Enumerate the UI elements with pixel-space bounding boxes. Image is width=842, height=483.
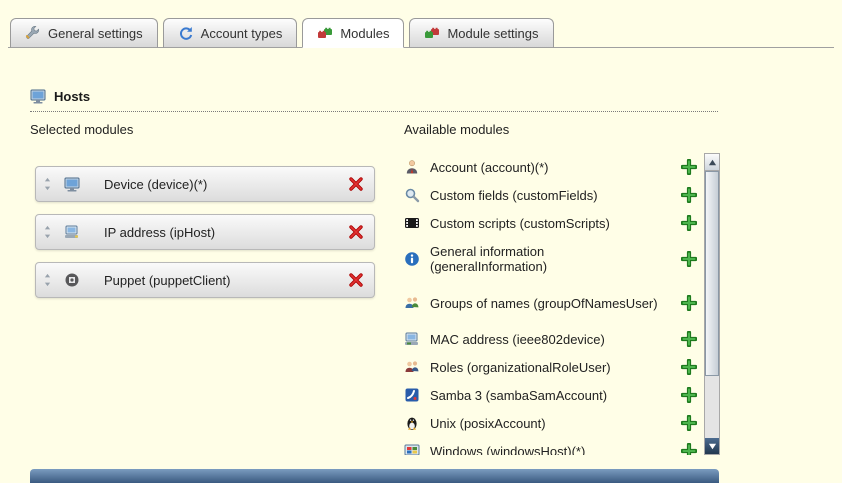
windows-icon: [404, 443, 420, 455]
modules-icon: [317, 25, 333, 41]
available-module-label: MAC address (ieee802device): [430, 332, 662, 347]
tools-icon: [25, 25, 41, 41]
tab-label: Account types: [201, 26, 283, 41]
selected-module-label: Puppet (puppetClient): [104, 273, 230, 288]
mac-address-icon: [404, 331, 420, 347]
available-module-label: Groups of names (groupOfNamesUser): [430, 296, 662, 311]
available-module-row: Groups of names (groupOfNamesUser): [404, 281, 704, 325]
selected-module-label: IP address (ipHost): [104, 225, 215, 240]
available-module-row: Custom fields (customFields): [404, 181, 704, 209]
tab-label: General settings: [48, 26, 143, 41]
add-module-button[interactable]: [681, 415, 697, 431]
modules-panel: Selected modules Device (device)(*) IP a…: [30, 122, 720, 455]
add-module-button[interactable]: [681, 251, 697, 267]
available-modules-heading: Available modules: [404, 122, 720, 138]
add-module-button[interactable]: [681, 295, 697, 311]
available-module-label: Unix (posixAccount): [430, 416, 662, 431]
tab-modules[interactable]: Modules: [302, 18, 404, 48]
selected-module-row[interactable]: IP address (ipHost): [35, 214, 375, 250]
add-module-button[interactable]: [681, 187, 697, 203]
add-module-button[interactable]: [681, 215, 697, 231]
section-title: Hosts: [54, 89, 90, 104]
tab-module-settings[interactable]: Module settings: [409, 18, 553, 48]
ip-address-icon: [64, 224, 80, 240]
section-heading: Hosts: [30, 88, 718, 112]
scroll-down-button[interactable]: [705, 438, 719, 454]
unix-icon: [404, 415, 420, 431]
drag-handle-icon[interactable]: [43, 273, 55, 287]
add-module-button[interactable]: [681, 359, 697, 375]
available-modules-column: Available modules Account (account)(*) C…: [404, 122, 720, 455]
sync-icon: [178, 25, 194, 41]
available-module-row: Roles (organizationalRoleUser): [404, 353, 704, 381]
available-module-label: Roles (organizationalRoleUser): [430, 360, 662, 375]
available-module-row: Unix (posixAccount): [404, 409, 704, 437]
scroll-up-button[interactable]: [705, 154, 719, 171]
add-module-button[interactable]: [681, 331, 697, 347]
remove-module-button[interactable]: [348, 176, 364, 192]
add-module-button[interactable]: [681, 159, 697, 175]
available-module-label: Windows (windowsHost)(*): [430, 444, 662, 456]
selected-module-row[interactable]: Puppet (puppetClient): [35, 262, 375, 298]
tab-label: Module settings: [447, 26, 538, 41]
puppet-icon: [64, 272, 80, 288]
drag-handle-icon[interactable]: [43, 225, 55, 239]
custom-scripts-icon: [404, 215, 420, 231]
drag-handle-icon[interactable]: [43, 177, 55, 191]
available-module-label: Account (account)(*): [430, 160, 662, 175]
tab-label: Modules: [340, 26, 389, 41]
roles-icon: [404, 359, 420, 375]
tab-account-types[interactable]: Account types: [163, 18, 298, 48]
available-module-label: Custom scripts (customScripts): [430, 216, 662, 231]
host-icon: [30, 88, 46, 104]
scrollbar[interactable]: [704, 153, 720, 455]
available-module-row: MAC address (ieee802device): [404, 325, 704, 353]
available-module-row: Samba 3 (sambaSamAccount): [404, 381, 704, 409]
selected-module-row[interactable]: Device (device)(*): [35, 166, 375, 202]
device-icon: [64, 176, 80, 192]
samba-icon: [404, 387, 420, 403]
add-module-button[interactable]: [681, 443, 697, 455]
available-module-row: Custom scripts (customScripts): [404, 209, 704, 237]
available-module-label: Custom fields (customFields): [430, 188, 662, 203]
scrollbar-thumb[interactable]: [705, 171, 719, 376]
add-module-button[interactable]: [681, 387, 697, 403]
module-settings-icon: [424, 25, 440, 41]
selected-module-label: Device (device)(*): [104, 177, 207, 192]
remove-module-button[interactable]: [348, 272, 364, 288]
group-icon: [404, 295, 420, 311]
tabbar: General settings Account types Modules M…: [10, 18, 559, 48]
custom-fields-icon: [404, 187, 420, 203]
tab-general-settings[interactable]: General settings: [10, 18, 158, 48]
available-modules-list: Account (account)(*) Custom fields (cust…: [404, 153, 720, 455]
available-module-row: Windows (windowsHost)(*): [404, 437, 704, 455]
account-icon: [404, 159, 420, 175]
selected-modules-heading: Selected modules: [30, 122, 404, 138]
available-module-row: General information (generalInformation): [404, 237, 704, 281]
info-icon: [404, 251, 420, 267]
remove-module-button[interactable]: [348, 224, 364, 240]
available-module-row: Account (account)(*): [404, 153, 704, 181]
selected-modules-column: Selected modules Device (device)(*) IP a…: [30, 122, 404, 455]
available-module-label: Samba 3 (sambaSamAccount): [430, 388, 662, 403]
available-module-label: General information (generalInformation): [430, 244, 662, 274]
